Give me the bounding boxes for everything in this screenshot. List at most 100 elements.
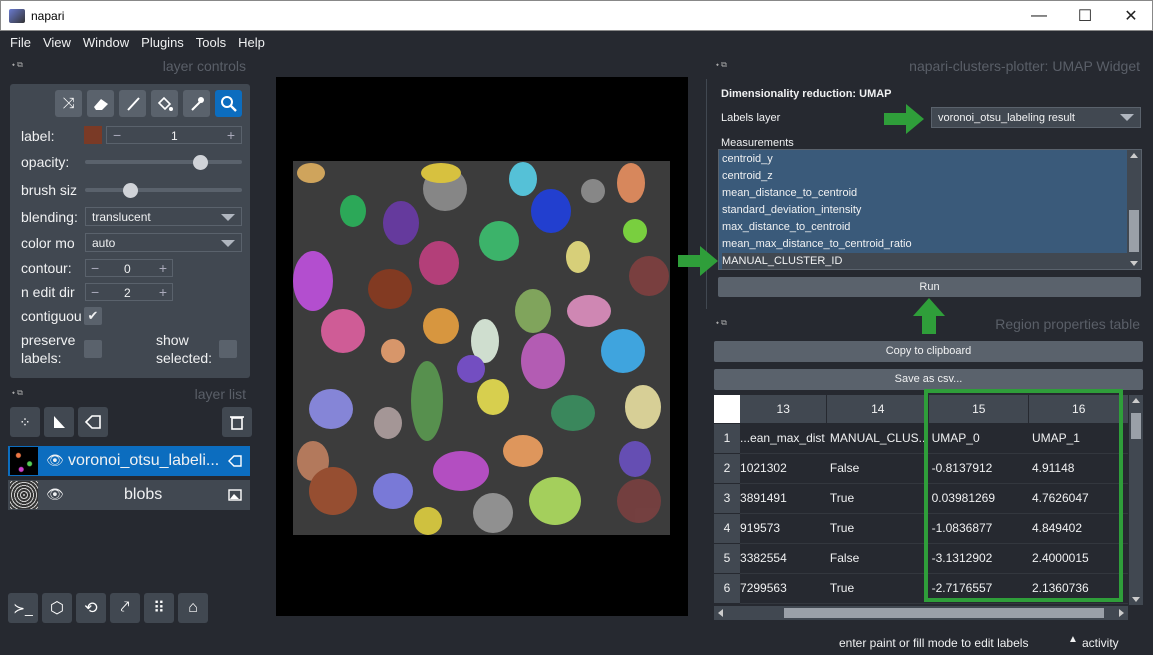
row-header[interactable]: 3 (714, 482, 741, 513)
opacity-slider[interactable] (85, 160, 242, 164)
table-cell[interactable]: MANUAL_CLUS... (826, 423, 929, 454)
measurement-item[interactable]: mean_max_distance_to_centroid_ratio (722, 236, 1127, 253)
menu-window[interactable]: Window (77, 31, 135, 54)
activity-button[interactable]: activity (1082, 636, 1119, 650)
console-button[interactable]: ≻_ (8, 593, 38, 623)
fill-tool-button[interactable] (151, 90, 178, 117)
layer-name[interactable]: voronoi_otsu_labeli... (68, 452, 219, 470)
increment-icon[interactable]: + (159, 260, 167, 276)
viewer-canvas[interactable] (276, 77, 688, 616)
chevron-up-icon[interactable]: ▲ (1068, 634, 1078, 645)
contour-spinbox[interactable]: − 0 + (85, 259, 173, 277)
scroll-right-icon[interactable] (1119, 609, 1124, 617)
paint-tool-button[interactable] (119, 90, 146, 117)
layer-name[interactable]: blobs (124, 486, 162, 504)
table-cell[interactable]: True (826, 573, 929, 604)
roll-dims-button[interactable]: ⟲ (76, 593, 106, 623)
decrement-icon[interactable]: − (91, 284, 99, 300)
brush-size-slider[interactable] (85, 188, 242, 192)
layer-item-voronoi[interactable]: 👁 voronoi_otsu_labeli... (8, 446, 250, 476)
save-as-csv-button[interactable]: Save as csv... (714, 369, 1143, 390)
label-color-swatch[interactable] (84, 126, 102, 144)
row-header[interactable]: 1 (714, 422, 741, 453)
shuffle-colors-button[interactable]: ⤨ (55, 90, 82, 117)
table-cell[interactable]: False (826, 543, 929, 574)
pick-tool-button[interactable] (183, 90, 210, 117)
table-cell[interactable]: 3382554 (740, 543, 827, 574)
dock-float-icon[interactable]: ⬩ ⧉ (12, 60, 36, 70)
preserve-labels-checkbox[interactable] (84, 340, 102, 358)
corner-cell[interactable] (714, 395, 741, 423)
decrement-icon[interactable]: − (91, 260, 99, 276)
table-horizontal-scrollbar[interactable] (714, 606, 1128, 620)
copy-to-clipboard-button[interactable]: Copy to clipboard (714, 341, 1143, 362)
label-spinbox[interactable]: − 1 + (106, 126, 242, 144)
table-cell[interactable]: 3891491 (740, 483, 827, 514)
measurements-scrollbar[interactable] (1127, 150, 1141, 269)
column-header[interactable]: 13 (740, 395, 828, 423)
table-cell[interactable]: 7299563 (740, 573, 827, 604)
zoom-pan-button[interactable] (215, 90, 242, 117)
new-shapes-button[interactable] (44, 407, 74, 437)
menu-help[interactable]: Help (232, 31, 271, 54)
column-header[interactable]: 14 (826, 395, 930, 423)
table-cell[interactable]: ean_max_dist... (740, 423, 827, 454)
table-cell[interactable]: False (826, 453, 929, 484)
dock-float-icon[interactable]: ⬩ ⧉ (716, 60, 740, 70)
measurement-item[interactable]: MANUAL_CLUSTER_ID (722, 253, 1127, 269)
decrement-icon[interactable]: − (113, 127, 121, 143)
toggle-ndisplay-button[interactable]: ⬡ (42, 593, 72, 623)
measurement-item[interactable]: centroid_y (722, 151, 1127, 168)
row-header[interactable]: 6 (714, 572, 741, 603)
menu-tools[interactable]: Tools (190, 31, 232, 54)
brush-size-slider-handle[interactable] (122, 183, 138, 198)
blending-select[interactable]: translucent (85, 207, 242, 226)
minimize-button[interactable]: — (1016, 1, 1062, 31)
scroll-down-icon[interactable] (1130, 261, 1138, 266)
show-selected-checkbox[interactable] (219, 340, 237, 358)
labels-layer-select[interactable]: voronoi_otsu_labeling result (931, 107, 1141, 128)
dock-float-icon[interactable]: ⬩ ⧉ (12, 388, 36, 398)
n-edit-dim-spinbox[interactable]: − 2 + (85, 283, 173, 301)
increment-icon[interactable]: + (227, 127, 235, 143)
home-button[interactable]: ⌂ (178, 593, 208, 623)
increment-icon[interactable]: + (159, 284, 167, 300)
table-cell[interactable]: True (826, 513, 929, 544)
row-header[interactable]: 2 (714, 452, 741, 483)
scroll-down-icon[interactable] (1132, 597, 1140, 602)
menu-file[interactable]: File (4, 31, 37, 54)
scroll-up-icon[interactable] (1130, 153, 1138, 158)
measurements-list[interactable]: centroid_y centroid_z mean_distance_to_cen… (718, 149, 1142, 270)
scrollbar-thumb[interactable] (1129, 210, 1139, 252)
grid-view-button[interactable]: ⠿ (144, 593, 174, 623)
new-labels-button[interactable] (78, 407, 108, 437)
new-points-button[interactable]: ⁘ (10, 407, 40, 437)
menu-plugins[interactable]: Plugins (135, 31, 190, 54)
measurement-item[interactable]: centroid_z (722, 168, 1127, 185)
scroll-up-icon[interactable] (1132, 398, 1140, 403)
layer-item-blobs[interactable]: 👁 blobs (8, 480, 250, 510)
transpose-button[interactable]: ⤤ (110, 593, 140, 623)
menu-view[interactable]: View (37, 31, 77, 54)
color-mode-select[interactable]: auto (85, 233, 242, 252)
contiguous-checkbox[interactable]: ✔ (84, 307, 102, 325)
measurement-item[interactable]: standard_deviation_intensity (722, 202, 1127, 219)
delete-layer-button[interactable] (222, 407, 252, 437)
table-cell[interactable]: 919573 (740, 513, 827, 544)
dock-float-icon[interactable]: ⬩ ⧉ (716, 318, 740, 328)
opacity-slider-handle[interactable] (193, 155, 208, 170)
scrollbar-thumb[interactable] (1131, 413, 1141, 439)
maximize-button[interactable]: ☐ (1062, 1, 1108, 31)
scrollbar-thumb[interactable] (784, 608, 1104, 618)
row-header[interactable]: 4 (714, 512, 741, 543)
measurement-item[interactable]: mean_distance_to_centroid (722, 185, 1127, 202)
row-header[interactable]: 5 (714, 542, 741, 573)
measurement-item[interactable]: max_distance_to_centroid (722, 219, 1127, 236)
close-button[interactable]: ✕ (1108, 1, 1153, 31)
erase-tool-button[interactable] (87, 90, 114, 117)
eye-icon[interactable]: 👁 (46, 486, 64, 503)
scroll-left-icon[interactable] (718, 609, 723, 617)
table-cell[interactable]: 1021302 (740, 453, 827, 484)
eye-icon[interactable]: 👁 (46, 452, 64, 469)
run-button[interactable]: Run (718, 277, 1141, 297)
